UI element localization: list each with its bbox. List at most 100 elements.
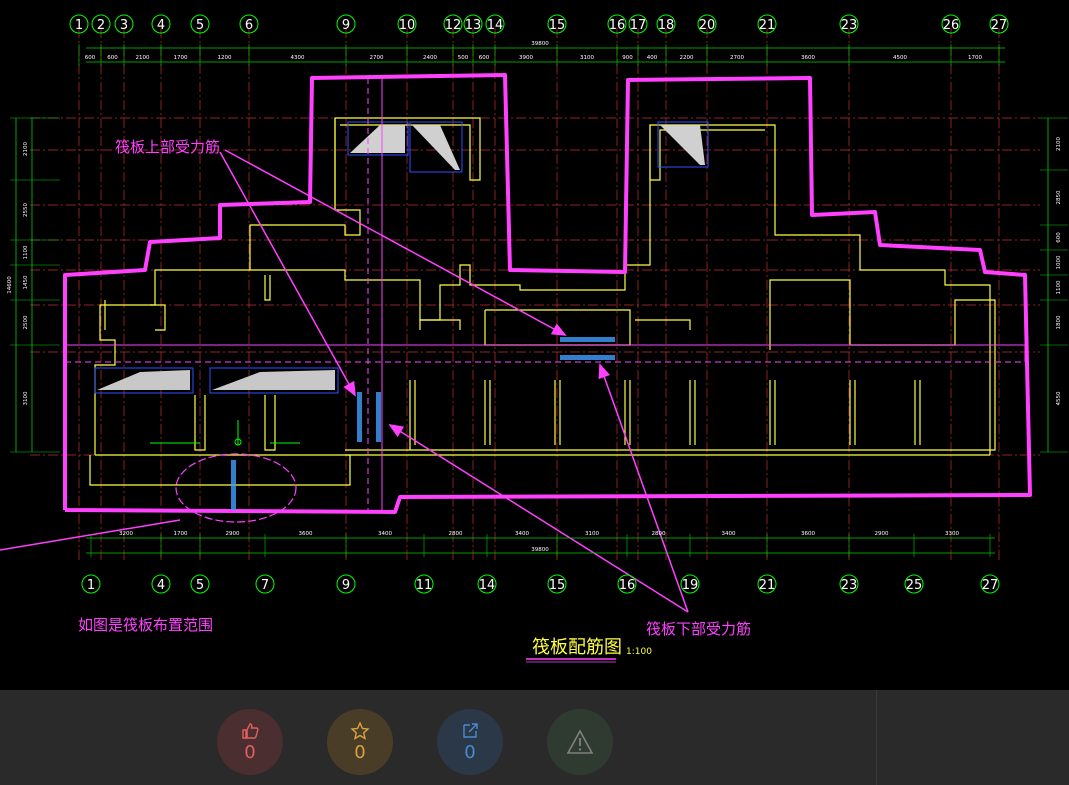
cad-drawing: 1 2 3 4 5 6 9 10 12 13 14 15 16 17 18 20 21 23 26 27 145791… (0, 0, 1069, 690)
axis-label: 9 (342, 18, 350, 33)
top-rebar-annotation: 筏板上部受力筋 (115, 138, 221, 156)
top-axis-bubbles: 1 2 3 4 5 6 9 10 12 13 14 15 16 17 18 20 21 23 26 27 (69, 14, 1009, 34)
annotation-leader-arrows (0, 149, 689, 613)
action-bar: 0 0 0 (0, 690, 1069, 785)
dimension-text: 2550 (23, 203, 29, 217)
dimension-lines: 600 600 2100 1700 1200 4300 2700 2400 500 600 3900… (7, 41, 1068, 557)
dimension-text: 3400 (515, 531, 529, 537)
dimension-text: 1800 (1056, 315, 1062, 329)
dimension-text: 3100 (23, 391, 29, 405)
dimension-text: 600 (1056, 232, 1062, 243)
dimension-text: 4300 (291, 55, 305, 61)
dimension-text: 1100 (1056, 280, 1062, 294)
axis-label: 2 (97, 18, 105, 33)
axis-label: 11 (416, 578, 433, 593)
share-icon (463, 723, 478, 738)
axis-label: 16 (619, 578, 636, 593)
dimension-text: 3600 (299, 531, 313, 537)
bottom-rebar-annotation: 筏板下部受力筋 (646, 620, 752, 638)
dimension-text: 1700 (174, 531, 188, 537)
bar-divider (876, 690, 877, 785)
axis-label: 23 (841, 578, 858, 593)
warning-icon (566, 729, 594, 754)
dimension-text: 1000 (1056, 255, 1062, 269)
dimension-text: 2200 (680, 55, 694, 61)
axis-label: 21 (759, 578, 776, 593)
foundation-walls (89, 117, 996, 486)
dimension-text: 3600 (801, 531, 815, 537)
dimension-text: 2800 (449, 531, 463, 537)
star-icon (350, 721, 370, 740)
dimension-text: 3400 (722, 531, 736, 537)
range-note-annotation: 如图是筏板布置范围 (78, 616, 214, 634)
dimension-text: 2100 (136, 55, 150, 61)
axis-label: 4 (157, 578, 165, 593)
axis-label: 5 (196, 18, 204, 33)
dimension-text: 500 (458, 55, 469, 61)
dimension-text: 3600 (801, 55, 815, 61)
axis-label: 14 (487, 18, 504, 33)
axis-label: 27 (982, 578, 999, 593)
share-count: 0 (464, 742, 476, 763)
dimension-text: 2700 (370, 55, 384, 61)
dimension-text: 900 (622, 55, 633, 61)
axis-label: 21 (759, 18, 776, 33)
dimension-text: 2100 (1056, 137, 1062, 151)
drawing-title: 筏板配筋图 (532, 637, 622, 658)
share-button[interactable]: 0 (437, 709, 503, 775)
dimension-text: 2900 (226, 531, 240, 537)
dimension-total: 39800 (531, 41, 549, 47)
report-button[interactable] (547, 709, 613, 775)
axis-label: 1 (87, 578, 95, 593)
axis-label: 16 (609, 18, 626, 33)
axis-label: 18 (658, 18, 675, 33)
dimension-text: 400 (647, 55, 658, 61)
axis-label: 10 (399, 18, 416, 33)
axis-label: 26 (943, 18, 960, 33)
axis-label: 9 (342, 578, 350, 593)
favorite-button[interactable]: 0 (327, 709, 393, 775)
dimension-text: 1100 (23, 245, 29, 259)
dimension-text: 600 (85, 55, 96, 61)
like-count: 0 (244, 742, 256, 763)
axis-label: 12 (445, 18, 462, 33)
dimension-total: 39800 (531, 547, 549, 553)
axis-label: 14 (479, 578, 496, 593)
axis-label: 3 (120, 18, 128, 33)
rebar-labels (231, 337, 615, 510)
axis-label: 4 (157, 18, 165, 33)
axis-label: 1 (75, 18, 83, 33)
axis-label: 19 (682, 578, 699, 593)
dimension-text: 2900 (875, 531, 889, 537)
like-button[interactable]: 0 (217, 709, 283, 775)
dimension-text: 600 (479, 55, 490, 61)
dimension-text: 3100 (585, 531, 599, 537)
dimension-text: 2850 (1056, 190, 1062, 204)
dimension-text: 1200 (218, 55, 232, 61)
thumbs-up-icon (242, 723, 259, 739)
axis-label: 20 (699, 18, 716, 33)
dimension-text: 600 (107, 55, 118, 61)
dimension-text: 2100 (23, 142, 29, 156)
axis-label: 17 (630, 18, 647, 33)
dimension-text: 3400 (378, 531, 392, 537)
dimension-text: 4550 (1056, 391, 1062, 405)
dimension-text: 1700 (174, 55, 188, 61)
dimension-text: 1450 (23, 275, 29, 289)
dimension-text: 3900 (519, 55, 533, 61)
axis-label: 15 (549, 18, 566, 33)
favorite-count: 0 (354, 742, 366, 763)
dimension-text: 2800 (652, 531, 666, 537)
dimension-total: 14600 (7, 276, 13, 294)
bottom-axis-bubbles: 1 4 5 7 9 11 14 15 16 19 21 23 25 27 (81, 574, 1000, 594)
revision-cloud (150, 420, 300, 523)
dimension-text: 2700 (730, 55, 744, 61)
dimension-text: 3100 (580, 55, 594, 61)
drawing-scale: 1:100 (626, 647, 652, 657)
dimension-text: 3200 (119, 531, 133, 537)
dimension-text: 4500 (893, 55, 907, 61)
axis-label: 7 (261, 578, 269, 593)
drawing-title-block: 筏板配筋图 1:100 (526, 637, 652, 663)
axis-label: 5 (196, 578, 204, 593)
dimension-text: 2500 (23, 315, 29, 329)
